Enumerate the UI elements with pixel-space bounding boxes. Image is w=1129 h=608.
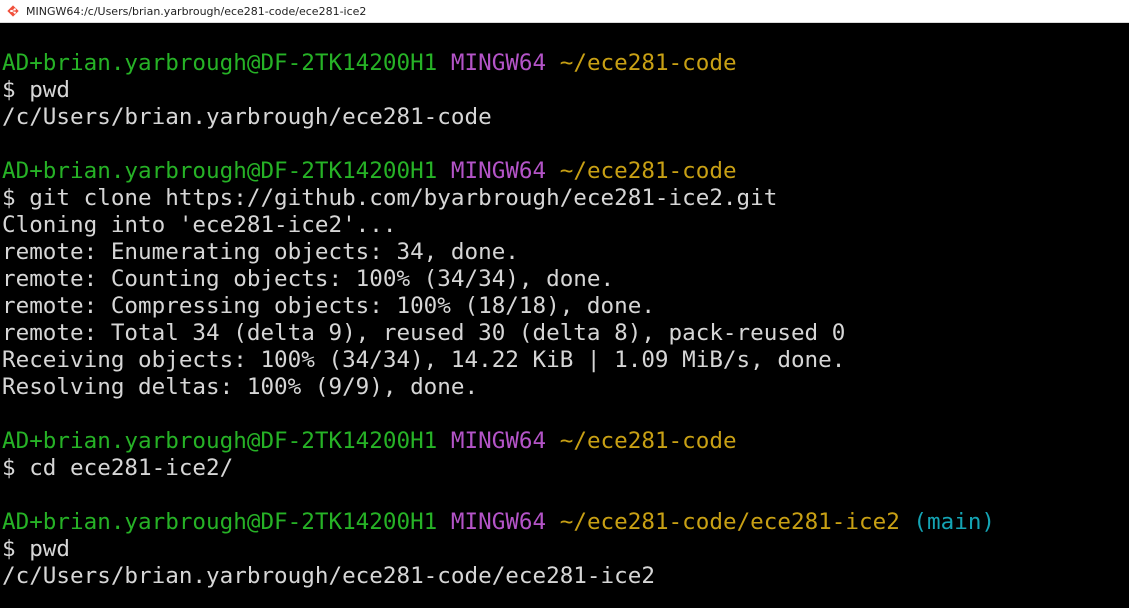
prompt-shell: MINGW64 (450, 50, 547, 76)
prompt-shell: MINGW64 (450, 428, 547, 454)
title-bar[interactable]: MINGW64:/c/Users/brian.yarbrough/ece281-… (0, 0, 1129, 23)
output-line: Resolving deltas: 100% (9/9), done. (2, 374, 479, 400)
prompt-path: ~/ece281-code/ece281-ice2 (559, 509, 900, 535)
prompt-user-host: AD+brian.yarbrough@DF-2TK14200H1 (2, 50, 438, 76)
prompt-user-host: AD+brian.yarbrough@DF-2TK14200H1 (2, 158, 438, 184)
output-line: remote: Enumerating objects: 34, done. (2, 239, 519, 265)
command-line: $ pwd (2, 536, 71, 562)
output-line: /c/Users/brian.yarbrough/ece281-code/ece… (2, 563, 655, 589)
prompt-line: AD+brian.yarbrough@DF-2TK14200H1 MINGW64… (2, 428, 1127, 455)
prompt-line: AD+brian.yarbrough@DF-2TK14200H1 MINGW64… (2, 50, 1127, 77)
command-line: $ git clone https://github.com/byarbroug… (2, 185, 778, 211)
prompt-branch: (main) (913, 509, 996, 535)
output-line: Cloning into 'ece281-ice2'... (2, 212, 397, 238)
terminal-window: MINGW64:/c/Users/brian.yarbrough/ece281-… (0, 0, 1129, 608)
prompt-line: AD+brian.yarbrough@DF-2TK14200H1 MINGW64… (2, 509, 1127, 536)
output-line: Receiving objects: 100% (34/34), 14.22 K… (2, 347, 846, 373)
git-bash-icon (5, 3, 21, 19)
prompt-shell: MINGW64 (450, 509, 547, 535)
prompt-user-host: AD+brian.yarbrough@DF-2TK14200H1 (2, 509, 438, 535)
output-line: remote: Compressing objects: 100% (18/18… (2, 293, 655, 319)
prompt-path: ~/ece281-code (559, 428, 737, 454)
output-line: remote: Counting objects: 100% (34/34), … (2, 266, 615, 292)
prompt-shell: MINGW64 (450, 158, 547, 184)
prompt-user-host: AD+brian.yarbrough@DF-2TK14200H1 (2, 428, 438, 454)
output-line: /c/Users/brian.yarbrough/ece281-code (2, 104, 492, 130)
command-line: $ cd ece281-ice2/ (2, 455, 234, 481)
output-line: remote: Total 34 (delta 9), reused 30 (d… (2, 320, 846, 346)
prompt-line: AD+brian.yarbrough@DF-2TK14200H1 MINGW64… (2, 158, 1127, 185)
prompt-path: ~/ece281-code (559, 158, 737, 184)
window-title: MINGW64:/c/Users/brian.yarbrough/ece281-… (26, 4, 367, 18)
prompt-path: ~/ece281-code (559, 50, 737, 76)
command-line: $ pwd (2, 77, 71, 103)
terminal-output[interactable]: AD+brian.yarbrough@DF-2TK14200H1 MINGW64… (2, 23, 1127, 608)
